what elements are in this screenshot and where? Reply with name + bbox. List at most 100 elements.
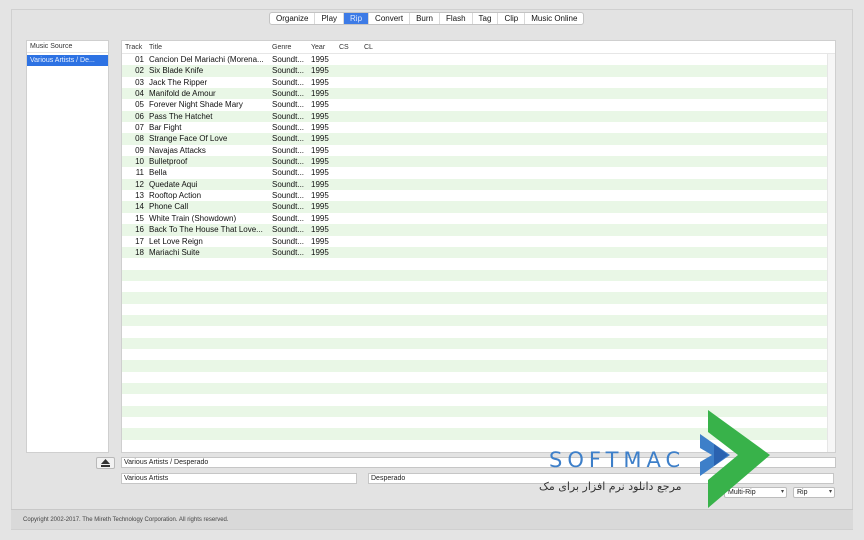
- cell-track: 14: [135, 202, 144, 212]
- vertical-scrollbar[interactable]: [827, 54, 835, 452]
- softmac-logo-icon: [700, 410, 770, 508]
- sidebar-item-source[interactable]: Various Artists / De...: [27, 55, 108, 66]
- table-row[interactable]: 01 Cancion Del Mariachi (Morena... Soundt.…: [122, 54, 828, 66]
- cell-title: Bar Fight: [149, 123, 182, 133]
- rip-action-select[interactable]: Rip ▾: [793, 487, 835, 498]
- table-row[interactable]: 12 Quedate Aqui Soundt... 1995: [122, 178, 828, 191]
- mode-toolbar: Organize Play Rip Convert Burn Flash Tag Clip Mu…: [269, 12, 585, 25]
- chevron-down-icon: ▾: [828, 489, 832, 495]
- tab-rip[interactable]: Rip: [344, 13, 370, 24]
- chevron-down-icon: ▾: [780, 489, 784, 495]
- cell-track: 18: [135, 247, 144, 257]
- table-row[interactable]: 16 Back To The House That Love... Soundt..…: [122, 224, 828, 236]
- rip-action-value: Rip: [797, 489, 808, 496]
- table-row[interactable]: [122, 394, 828, 406]
- table-row[interactable]: [122, 348, 828, 361]
- cell-title: Jack The Ripper: [149, 77, 208, 87]
- tab-flash[interactable]: Flash: [440, 13, 473, 24]
- table-row[interactable]: 02 Six Blade Knife Soundt... 1995: [122, 65, 828, 77]
- cell-track: 10: [135, 157, 144, 167]
- tab-tag[interactable]: Tag: [473, 13, 499, 24]
- cell-year: 1995: [311, 179, 329, 189]
- cell-title: Bella: [149, 168, 167, 178]
- cell-title: Phone Call: [149, 202, 189, 212]
- tab-convert[interactable]: Convert: [369, 13, 411, 24]
- cell-track: 13: [135, 191, 144, 201]
- cell-title: Mariachi Suite: [149, 247, 200, 257]
- table-row[interactable]: 10 Bulletproof Soundt... 1995: [122, 156, 828, 168]
- table-row[interactable]: [122, 303, 828, 315]
- cell-track: 01: [135, 55, 144, 64]
- cell-title: Rooftop Action: [149, 191, 202, 201]
- cell-genre: Soundt...: [272, 191, 305, 201]
- cell-track: 02: [135, 66, 144, 76]
- cell-year: 1995: [311, 213, 329, 223]
- column-header-track[interactable]: Track: [122, 41, 149, 53]
- tab-organize[interactable]: Organize: [270, 13, 316, 24]
- tab-clip[interactable]: Clip: [498, 13, 526, 24]
- copyright-footer: Copyright 2002-2017. The Mireth Technolo…: [11, 509, 853, 529]
- cell-genre: Soundt...: [272, 225, 305, 235]
- table-row[interactable]: [122, 280, 828, 293]
- eject-button[interactable]: [96, 457, 115, 469]
- cell-track: 07: [135, 123, 144, 133]
- column-header-cs[interactable]: CS: [339, 41, 364, 53]
- cell-year: 1995: [311, 77, 329, 87]
- table-row[interactable]: [122, 292, 828, 304]
- music-source-panel: Music Source Various Artists / De...: [26, 40, 109, 453]
- cell-track: 05: [135, 100, 144, 110]
- eject-icon: [101, 459, 110, 467]
- column-header-cl[interactable]: CL: [364, 41, 389, 53]
- music-source-header: Music Source: [27, 41, 108, 53]
- cell-year: 1995: [311, 100, 329, 110]
- cell-title: Back To The House That Love...: [149, 225, 263, 235]
- cell-title: Let Love Reign: [149, 236, 203, 246]
- table-row[interactable]: [122, 258, 828, 270]
- artist-field[interactable]: Various Artists: [121, 473, 357, 484]
- cell-title: Navajas Attacks: [149, 145, 206, 155]
- tab-play[interactable]: Play: [315, 13, 345, 24]
- table-row[interactable]: [122, 382, 828, 395]
- cell-year: 1995: [311, 111, 329, 121]
- table-row[interactable]: [122, 337, 828, 349]
- cell-track: 09: [135, 145, 144, 155]
- cell-year: 1995: [311, 247, 329, 257]
- table-row[interactable]: 03 Jack The Ripper Soundt... 1995: [122, 76, 828, 89]
- tab-music-online[interactable]: Music Online: [525, 13, 583, 24]
- tab-burn[interactable]: Burn: [410, 13, 440, 24]
- column-header-year[interactable]: Year: [311, 41, 339, 53]
- table-row[interactable]: 15 White Train (Showdown) Soundt... 1995: [122, 212, 828, 225]
- cell-title: Quedate Aqui: [149, 179, 198, 189]
- cell-genre: Soundt...: [272, 111, 305, 121]
- table-row[interactable]: 06 Pass The Hatchet Soundt... 1995: [122, 110, 828, 123]
- cell-title: Cancion Del Mariachi (Morena...: [149, 55, 264, 64]
- watermark-brand: SOFTMAC: [549, 448, 686, 472]
- table-row[interactable]: 17 Let Love Reign Soundt... 1995: [122, 235, 828, 247]
- table-row[interactable]: [122, 269, 828, 281]
- cell-title: Manifold de Amour: [149, 89, 216, 99]
- table-row[interactable]: [122, 314, 828, 327]
- cell-track: 11: [135, 168, 144, 178]
- table-row[interactable]: [122, 326, 828, 338]
- table-row[interactable]: 05 Forever Night Shade Mary Soundt... 1995: [122, 99, 828, 111]
- table-row[interactable]: 11 Bella Soundt... 1995: [122, 167, 828, 179]
- cell-track: 12: [135, 179, 144, 189]
- table-row[interactable]: 08 Strange Face Of Love Soundt... 1995: [122, 133, 828, 145]
- column-header-genre[interactable]: Genre: [272, 41, 311, 53]
- cell-year: 1995: [311, 134, 329, 144]
- table-row[interactable]: [122, 371, 828, 383]
- column-header-title[interactable]: Title: [149, 41, 272, 53]
- cell-genre: Soundt...: [272, 247, 305, 257]
- cell-title: Strange Face Of Love: [149, 134, 228, 144]
- table-row[interactable]: 07 Bar Fight Soundt... 1995: [122, 122, 828, 134]
- table-row[interactable]: 14 Phone Call Soundt... 1995: [122, 201, 828, 213]
- table-row[interactable]: 04 Manifold de Amour Soundt... 1995: [122, 88, 828, 100]
- cell-year: 1995: [311, 145, 329, 155]
- cell-year: 1995: [311, 157, 329, 167]
- table-row[interactable]: [122, 360, 828, 372]
- table-row[interactable]: 18 Mariachi Suite Soundt... 1995: [122, 246, 828, 259]
- table-row[interactable]: 13 Rooftop Action Soundt... 1995: [122, 190, 828, 202]
- cell-genre: Soundt...: [272, 179, 305, 189]
- table-row[interactable]: 09 Navajas Attacks Soundt... 1995: [122, 144, 828, 157]
- table-body: 01 Cancion Del Mariachi (Morena... Soundt.…: [122, 54, 828, 452]
